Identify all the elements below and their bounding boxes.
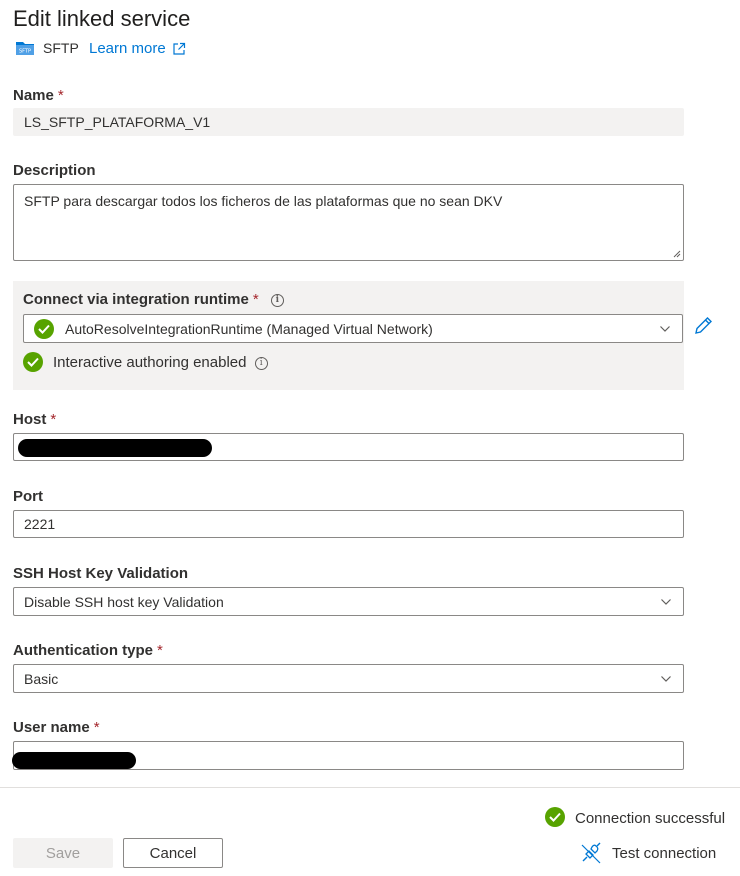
connection-success-icon [545, 807, 565, 827]
port-input[interactable]: 2221 [13, 510, 684, 538]
required-marker: * [252, 291, 259, 308]
name-label: Name * [13, 87, 64, 104]
cancel-button[interactable]: Cancel [123, 838, 223, 868]
edit-pencil-icon[interactable] [692, 315, 714, 337]
required-marker: * [57, 87, 64, 104]
integration-runtime-value: AutoResolveIntegrationRuntime (Managed V… [65, 320, 433, 337]
ssh-host-key-label: SSH Host Key Validation [13, 565, 189, 582]
ssh-host-key-dropdown[interactable]: Disable SSH host key Validation [13, 587, 684, 616]
sftp-icon: SFTP [15, 39, 35, 56]
test-connection-button[interactable]: Test connection [580, 842, 716, 864]
auth-type-value: Basic [24, 670, 59, 687]
redaction-mark [12, 752, 136, 769]
integration-runtime-dropdown[interactable]: AutoResolveIntegrationRuntime (Managed V… [23, 314, 683, 343]
info-icon[interactable]: i [270, 293, 284, 307]
ssh-host-key-value: Disable SSH host key Validation [24, 593, 224, 610]
info-icon[interactable]: i [254, 356, 268, 370]
description-label: Description [13, 162, 96, 179]
name-field[interactable]: LS_SFTP_PLATAFORMA_V1 [13, 108, 684, 136]
description-textarea[interactable]: SFTP para descargar todos los ficheros d… [13, 184, 684, 261]
host-label: Host * [13, 411, 57, 428]
auth-type-dropdown[interactable]: Basic [13, 664, 684, 693]
test-connection-label[interactable]: Test connection [612, 845, 716, 862]
authoring-check-icon [23, 352, 43, 372]
sftp-icon-text: SFTP [19, 49, 31, 55]
footer-divider [0, 787, 740, 788]
integration-runtime-label: Connect via integration runtime * i [23, 291, 284, 308]
required-marker: * [50, 411, 57, 428]
required-marker: * [157, 642, 163, 659]
chevron-down-icon [661, 675, 671, 682]
success-check-icon [34, 319, 54, 339]
auth-type-label: Authentication type * [13, 642, 163, 659]
redaction-mark [18, 439, 212, 457]
service-type-label: SFTP [43, 40, 79, 56]
resize-handle-icon[interactable] [673, 250, 681, 258]
save-button[interactable]: Save [13, 838, 113, 868]
external-link-icon [173, 42, 185, 55]
plug-icon [581, 842, 601, 864]
interactive-authoring-status: Interactive authoring enabled i [53, 354, 268, 371]
required-marker: * [93, 719, 100, 736]
connection-status: Connection successful [575, 810, 726, 827]
learn-more-text[interactable]: Learn more [89, 40, 166, 57]
chevron-down-icon [661, 598, 671, 605]
description-text: SFTP para descargar todos los ficheros d… [24, 193, 503, 209]
panel-title: Edit linked service [13, 6, 191, 31]
learn-more-link[interactable]: Learn more [89, 40, 186, 57]
chevron-down-icon [660, 325, 670, 332]
port-label: Port [13, 488, 43, 505]
user-name-label: User name * [13, 719, 100, 736]
